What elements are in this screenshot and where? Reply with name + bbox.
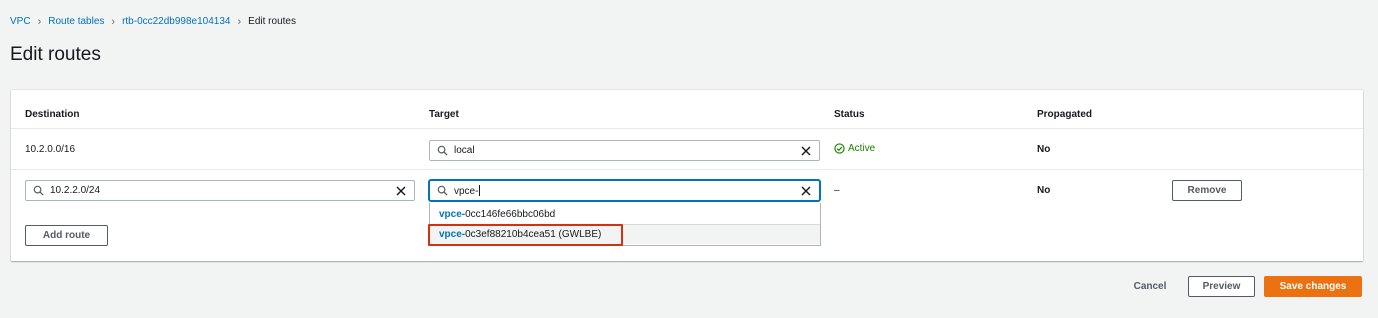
option-match-text: vpce- — [439, 208, 466, 220]
route-status-empty: – — [834, 185, 840, 196]
column-header-status: Status — [834, 109, 865, 120]
cancel-button[interactable]: Cancel — [1120, 276, 1180, 297]
chevron-right-icon: › — [37, 15, 42, 28]
add-route-button[interactable]: Add route — [25, 225, 108, 246]
target-search-input[interactable]: vpce- — [429, 180, 820, 201]
chevron-right-icon: › — [237, 15, 242, 28]
search-icon — [437, 145, 448, 156]
column-header-propagated: Propagated — [1037, 109, 1093, 120]
remove-route-button[interactable]: Remove — [1172, 180, 1242, 201]
dropdown-option[interactable]: vpce- 0cc146fe66bbc06bd — [430, 204, 820, 224]
search-icon — [437, 185, 448, 196]
breadcrumb-route-table-id[interactable]: rtb-0cc22db998e104134 — [122, 16, 230, 27]
target-input[interactable]: local — [429, 140, 820, 161]
route-propagated: No — [1037, 185, 1051, 196]
chevron-right-icon: › — [111, 15, 116, 28]
preview-button[interactable]: Preview — [1188, 276, 1255, 297]
option-text: 0cc146fe66bbc06bd — [465, 208, 556, 220]
highlight-box — [428, 224, 623, 246]
close-icon[interactable] — [801, 146, 811, 156]
target-input-value: local — [454, 145, 475, 156]
column-header-destination: Destination — [25, 109, 80, 120]
breadcrumb: VPC › Route tables › rtb-0cc22db998e1041… — [10, 16, 296, 27]
divider — [11, 128, 1363, 129]
destination-input-value: 10.2.2.0/24 — [50, 185, 101, 196]
breadcrumb-current: Edit routes — [248, 16, 296, 27]
text-caret — [479, 184, 481, 196]
column-header-target: Target — [429, 109, 459, 120]
route-destination: 10.2.0.0/16 — [25, 144, 76, 155]
save-changes-button[interactable]: Save changes — [1264, 276, 1362, 297]
divider — [11, 169, 1363, 170]
page-title: Edit routes — [10, 44, 101, 65]
check-circle-icon — [834, 143, 845, 154]
route-propagated: No — [1037, 144, 1051, 155]
status-text: Active — [848, 143, 876, 154]
search-icon — [33, 185, 44, 196]
status-badge: Active — [834, 143, 875, 154]
breadcrumb-route-tables[interactable]: Route tables — [48, 16, 104, 27]
close-icon[interactable] — [801, 186, 811, 196]
target-search-value: vpce- — [454, 185, 479, 197]
destination-input[interactable]: 10.2.2.0/24 — [25, 180, 415, 201]
close-icon[interactable] — [396, 186, 406, 196]
breadcrumb-vpc[interactable]: VPC — [10, 16, 31, 27]
